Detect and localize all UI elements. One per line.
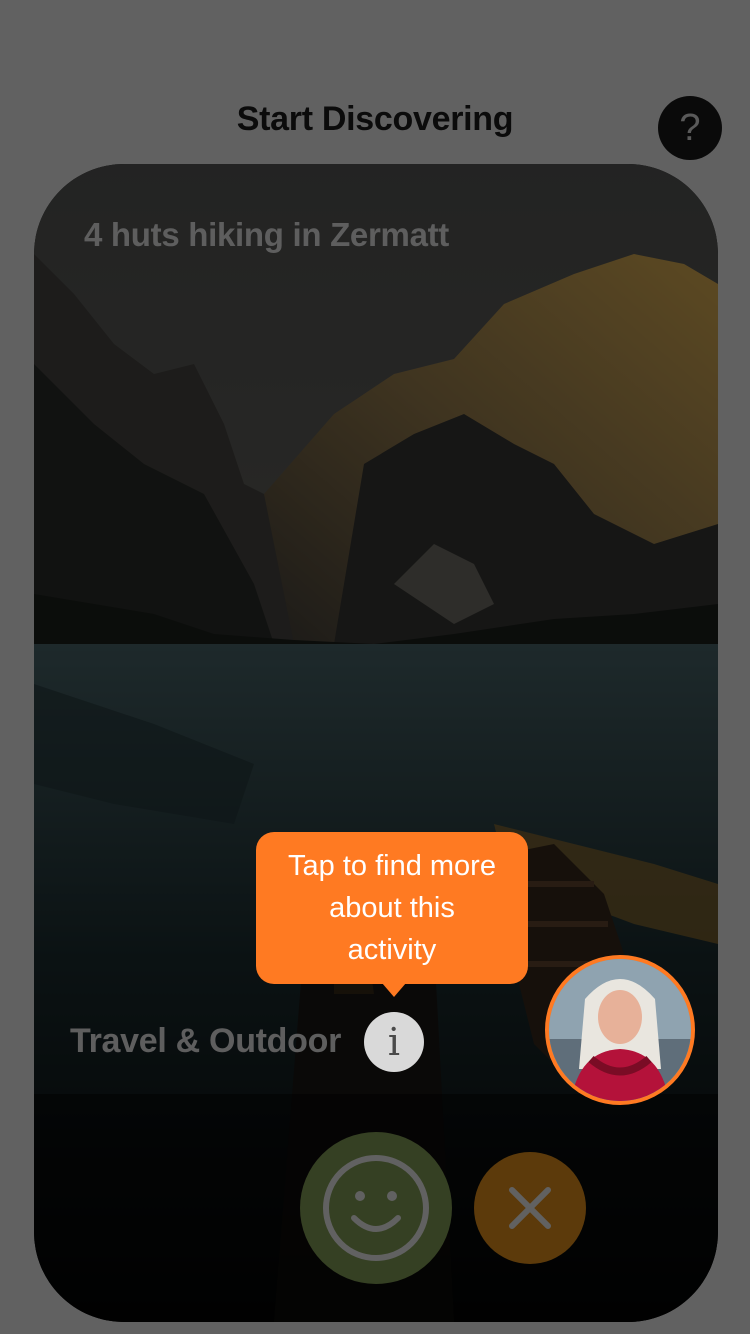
- smiley-face-icon: [323, 1155, 429, 1261]
- close-icon: [509, 1187, 551, 1229]
- user-avatar[interactable]: [545, 955, 695, 1105]
- discover-screen: Start Discovering ? 4 huts hiking in Zer…: [0, 0, 750, 1334]
- activity-card[interactable]: 4 huts hiking in Zermatt Travel & Outdoo…: [34, 164, 718, 1322]
- activity-title: 4 huts hiking in Zermatt: [84, 216, 450, 253]
- coachmark-tooltip: Tap to find more about this activity: [256, 832, 528, 984]
- category-label: Travel & Outdoor: [70, 1022, 342, 1060]
- avatar-portrait: [549, 959, 691, 1101]
- tooltip-text: Tap to find more about this activity: [288, 850, 496, 966]
- help-button[interactable]: ?: [658, 96, 722, 160]
- page-title: Start Discovering: [236, 100, 514, 138]
- dismiss-button[interactable]: [474, 1152, 586, 1264]
- like-button[interactable]: [300, 1132, 452, 1284]
- question-mark-icon: ?: [679, 106, 701, 149]
- info-button[interactable]: i: [364, 1012, 424, 1072]
- info-icon: i: [387, 1020, 401, 1064]
- tooltip-arrow: [382, 983, 406, 997]
